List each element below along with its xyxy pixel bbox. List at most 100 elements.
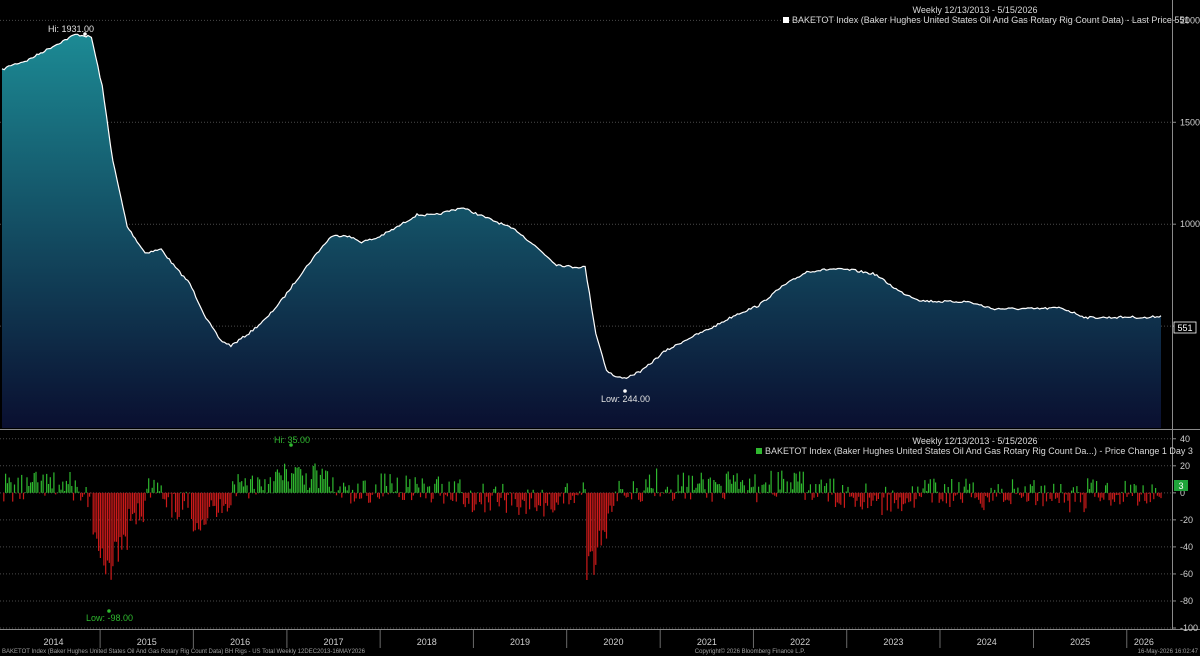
change-bar bbox=[448, 481, 450, 493]
change-bar bbox=[466, 492, 468, 498]
change-bar bbox=[910, 492, 912, 502]
change-bar bbox=[103, 492, 105, 566]
change-bar bbox=[691, 475, 693, 493]
change-bar bbox=[543, 492, 545, 517]
change-bar bbox=[377, 492, 379, 498]
change-bar bbox=[598, 492, 600, 531]
change-bar bbox=[1006, 492, 1008, 500]
lower-high-marker bbox=[289, 443, 293, 447]
change-bar bbox=[214, 492, 216, 506]
change-bar bbox=[216, 492, 218, 517]
change-bar bbox=[639, 492, 642, 502]
change-bar bbox=[1081, 492, 1083, 495]
change-bar bbox=[749, 478, 751, 493]
change-bar bbox=[271, 492, 273, 494]
change-bar bbox=[473, 492, 475, 511]
change-bar bbox=[400, 492, 402, 493]
change-bar bbox=[1065, 492, 1067, 495]
change-bar bbox=[648, 474, 651, 493]
footer-copyright: Copyright© 2026 Bloomberg Finance L.P. bbox=[695, 648, 806, 655]
change-bar bbox=[269, 477, 271, 493]
change-bar bbox=[978, 492, 980, 500]
change-bar bbox=[597, 492, 599, 548]
change-bar bbox=[71, 486, 73, 493]
change-bar bbox=[722, 492, 724, 498]
change-bar bbox=[407, 487, 409, 493]
change-bar bbox=[779, 489, 781, 493]
change-bar bbox=[62, 481, 64, 493]
change-bar bbox=[849, 492, 851, 497]
lower-high-label: Hi: 35.00 bbox=[274, 435, 310, 445]
change-bar bbox=[706, 492, 708, 498]
upper-high-label: Hi: 1931.00 bbox=[48, 24, 94, 34]
change-bar bbox=[527, 489, 529, 493]
change-bar bbox=[888, 492, 890, 495]
change-bar bbox=[348, 485, 350, 493]
change-bar bbox=[455, 492, 457, 502]
change-bar bbox=[5, 473, 7, 493]
change-bar bbox=[434, 483, 436, 493]
change-bar bbox=[1079, 492, 1082, 503]
change-bar bbox=[151, 487, 153, 493]
change-bar bbox=[380, 473, 382, 493]
lower-plot-area bbox=[0, 432, 1172, 628]
change-bar bbox=[908, 492, 910, 503]
change-bar bbox=[627, 492, 629, 497]
change-bar bbox=[132, 492, 134, 515]
x-year-label: 2018 bbox=[417, 637, 437, 647]
change-bar bbox=[219, 492, 221, 500]
change-bar bbox=[588, 492, 590, 557]
change-bar bbox=[1074, 492, 1076, 502]
lower-tick-label: -20 bbox=[1180, 515, 1193, 525]
change-bar bbox=[425, 492, 427, 499]
change-bar bbox=[391, 483, 393, 493]
change-bar bbox=[825, 483, 828, 493]
change-bar bbox=[573, 492, 575, 503]
change-bar bbox=[353, 492, 355, 502]
change-bar bbox=[770, 470, 772, 493]
change-bar bbox=[724, 492, 726, 500]
change-bar bbox=[613, 492, 615, 506]
change-bar bbox=[162, 492, 164, 499]
change-bar bbox=[37, 482, 39, 493]
change-bar bbox=[233, 484, 236, 493]
change-bar bbox=[790, 482, 792, 493]
change-bar bbox=[725, 473, 727, 493]
change-bar bbox=[74, 480, 76, 493]
change-bar bbox=[207, 492, 209, 519]
x-year-label: 2019 bbox=[510, 637, 530, 647]
change-bar bbox=[53, 472, 55, 493]
change-bar bbox=[350, 492, 352, 504]
change-bar bbox=[31, 482, 33, 493]
change-bar bbox=[752, 486, 754, 493]
change-bar bbox=[605, 492, 608, 539]
change-bar bbox=[282, 480, 284, 493]
change-bar bbox=[1087, 478, 1089, 493]
change-bar bbox=[1140, 492, 1142, 495]
change-bar bbox=[49, 477, 51, 493]
change-bar bbox=[1063, 492, 1065, 503]
change-bar bbox=[1092, 479, 1094, 493]
change-bar bbox=[114, 492, 116, 542]
change-bar bbox=[291, 473, 293, 493]
change-bar bbox=[1062, 492, 1064, 494]
change-bar bbox=[985, 492, 987, 496]
change-bar bbox=[940, 492, 942, 500]
change-bar bbox=[1151, 484, 1153, 493]
change-bar bbox=[273, 481, 275, 493]
change-bar bbox=[1004, 492, 1006, 501]
change-bar bbox=[153, 479, 155, 493]
change-bar bbox=[885, 486, 887, 493]
change-bar bbox=[672, 492, 674, 501]
x-year-label: 2015 bbox=[137, 637, 157, 647]
change-bar bbox=[176, 492, 178, 520]
change-bar bbox=[280, 475, 282, 493]
change-bar bbox=[983, 492, 985, 511]
change-bar bbox=[650, 488, 652, 493]
change-bar bbox=[137, 492, 139, 504]
change-bar bbox=[636, 488, 638, 493]
change-bar bbox=[359, 492, 361, 499]
change-bar bbox=[901, 492, 903, 512]
change-bar bbox=[995, 492, 998, 497]
change-bar bbox=[307, 490, 309, 493]
